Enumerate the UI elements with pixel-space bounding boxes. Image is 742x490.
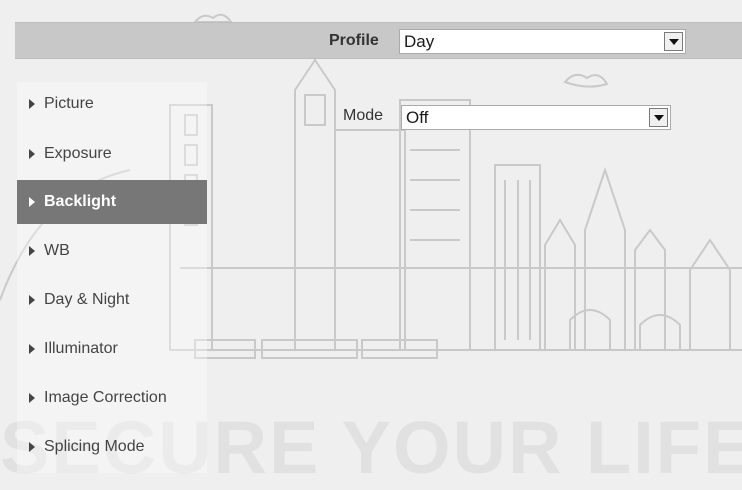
caret-right-icon — [29, 99, 35, 109]
menu-item-label: Exposure — [44, 145, 112, 162]
menu-item-backlight[interactable]: Backlight — [17, 180, 207, 224]
menu-item-label: Backlight — [44, 193, 117, 210]
caret-right-icon — [29, 393, 35, 403]
caret-right-icon — [29, 246, 35, 256]
menu-item-label: Day & Night — [44, 291, 130, 308]
chevron-down-icon[interactable] — [664, 32, 683, 51]
mode-select-value: Off — [406, 108, 429, 127]
menu-item-label: WB — [44, 242, 70, 259]
profile-select[interactable]: Day — [399, 29, 686, 54]
menu-item-image-correction[interactable]: Image Correction — [17, 376, 207, 420]
menu-item-splicing-mode[interactable]: Splicing Mode — [17, 425, 207, 469]
mode-select[interactable]: Off — [401, 105, 671, 130]
caret-right-icon — [29, 295, 35, 305]
caret-right-icon — [29, 149, 35, 159]
chevron-down-icon[interactable] — [649, 108, 668, 127]
menu-item-day-night[interactable]: Day & Night — [17, 278, 207, 322]
profile-select-value: Day — [404, 32, 435, 51]
settings-side-menu: Picture Exposure Backlight WB Day & Nigh… — [17, 82, 207, 473]
profile-label: Profile — [329, 32, 379, 49]
menu-item-label: Splicing Mode — [44, 438, 145, 455]
menu-item-illuminator[interactable]: Illuminator — [17, 327, 207, 371]
menu-item-label: Picture — [44, 95, 94, 112]
menu-item-exposure[interactable]: Exposure — [17, 132, 207, 176]
caret-right-icon — [29, 197, 35, 207]
mode-label: Mode — [343, 107, 384, 124]
caret-right-icon — [29, 344, 35, 354]
menu-item-label: Illuminator — [44, 340, 118, 357]
caret-right-icon — [29, 442, 35, 452]
profile-bar: Profile Day — [15, 22, 742, 59]
menu-item-wb[interactable]: WB — [17, 229, 207, 273]
menu-item-label: Image Correction — [44, 389, 167, 406]
menu-item-picture[interactable]: Picture — [17, 82, 207, 126]
